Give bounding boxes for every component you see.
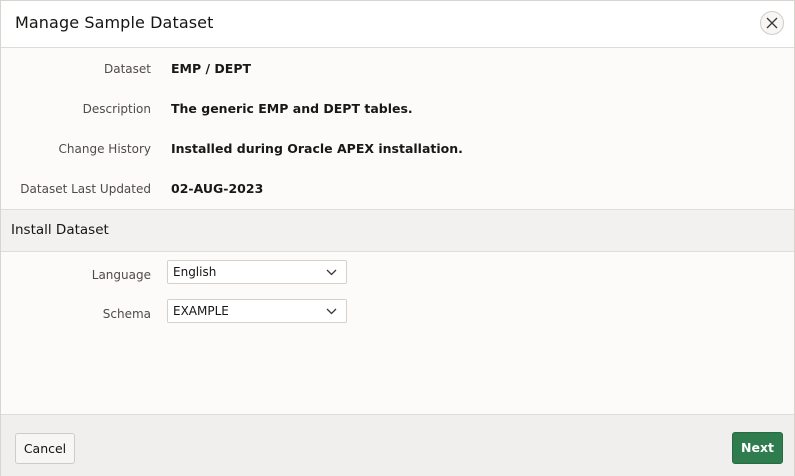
close-icon	[766, 17, 778, 29]
dialog-footer: Cancel Next	[1, 414, 794, 476]
detail-row-last-updated: Dataset Last Updated 02-AUG-2023	[1, 170, 794, 210]
close-button[interactable]	[760, 11, 784, 35]
dialog-title: Manage Sample Dataset	[15, 13, 214, 32]
detail-row-description: Description The generic EMP and DEPT tab…	[1, 90, 794, 130]
dialog-header: Manage Sample Dataset	[1, 1, 794, 48]
detail-value: The generic EMP and DEPT tables.	[171, 101, 413, 116]
language-label: Language	[91, 268, 151, 282]
detail-label: Dataset Last Updated	[20, 182, 151, 196]
detail-label: Change History	[58, 142, 151, 156]
detail-row-change-history: Change History Installed during Oracle A…	[1, 130, 794, 170]
next-button[interactable]: Next	[732, 432, 783, 464]
schema-label: Schema	[102, 307, 151, 321]
chevron-down-icon	[326, 308, 337, 315]
schema-select[interactable]: EXAMPLE	[167, 299, 347, 323]
detail-label: Description	[82, 102, 151, 116]
install-dataset-region-header: Install Dataset	[1, 209, 794, 252]
schema-selected-value: EXAMPLE	[173, 304, 229, 318]
detail-label: Dataset	[104, 62, 151, 76]
detail-row-dataset: Dataset EMP / DEPT	[1, 50, 794, 90]
manage-sample-dataset-dialog: Manage Sample Dataset Dataset EMP / DEPT…	[0, 0, 795, 476]
region-title: Install Dataset	[11, 222, 109, 238]
detail-value: 02-AUG-2023	[171, 181, 264, 196]
cancel-button[interactable]: Cancel	[15, 433, 75, 464]
language-selected-value: English	[173, 265, 217, 279]
detail-value: Installed during Oracle APEX installatio…	[171, 141, 463, 156]
chevron-down-icon	[326, 269, 337, 276]
language-field-row: Language English	[1, 260, 794, 290]
detail-value: EMP / DEPT	[171, 61, 252, 76]
language-select[interactable]: English	[167, 260, 347, 284]
schema-field-row: Schema EXAMPLE	[1, 299, 794, 329]
